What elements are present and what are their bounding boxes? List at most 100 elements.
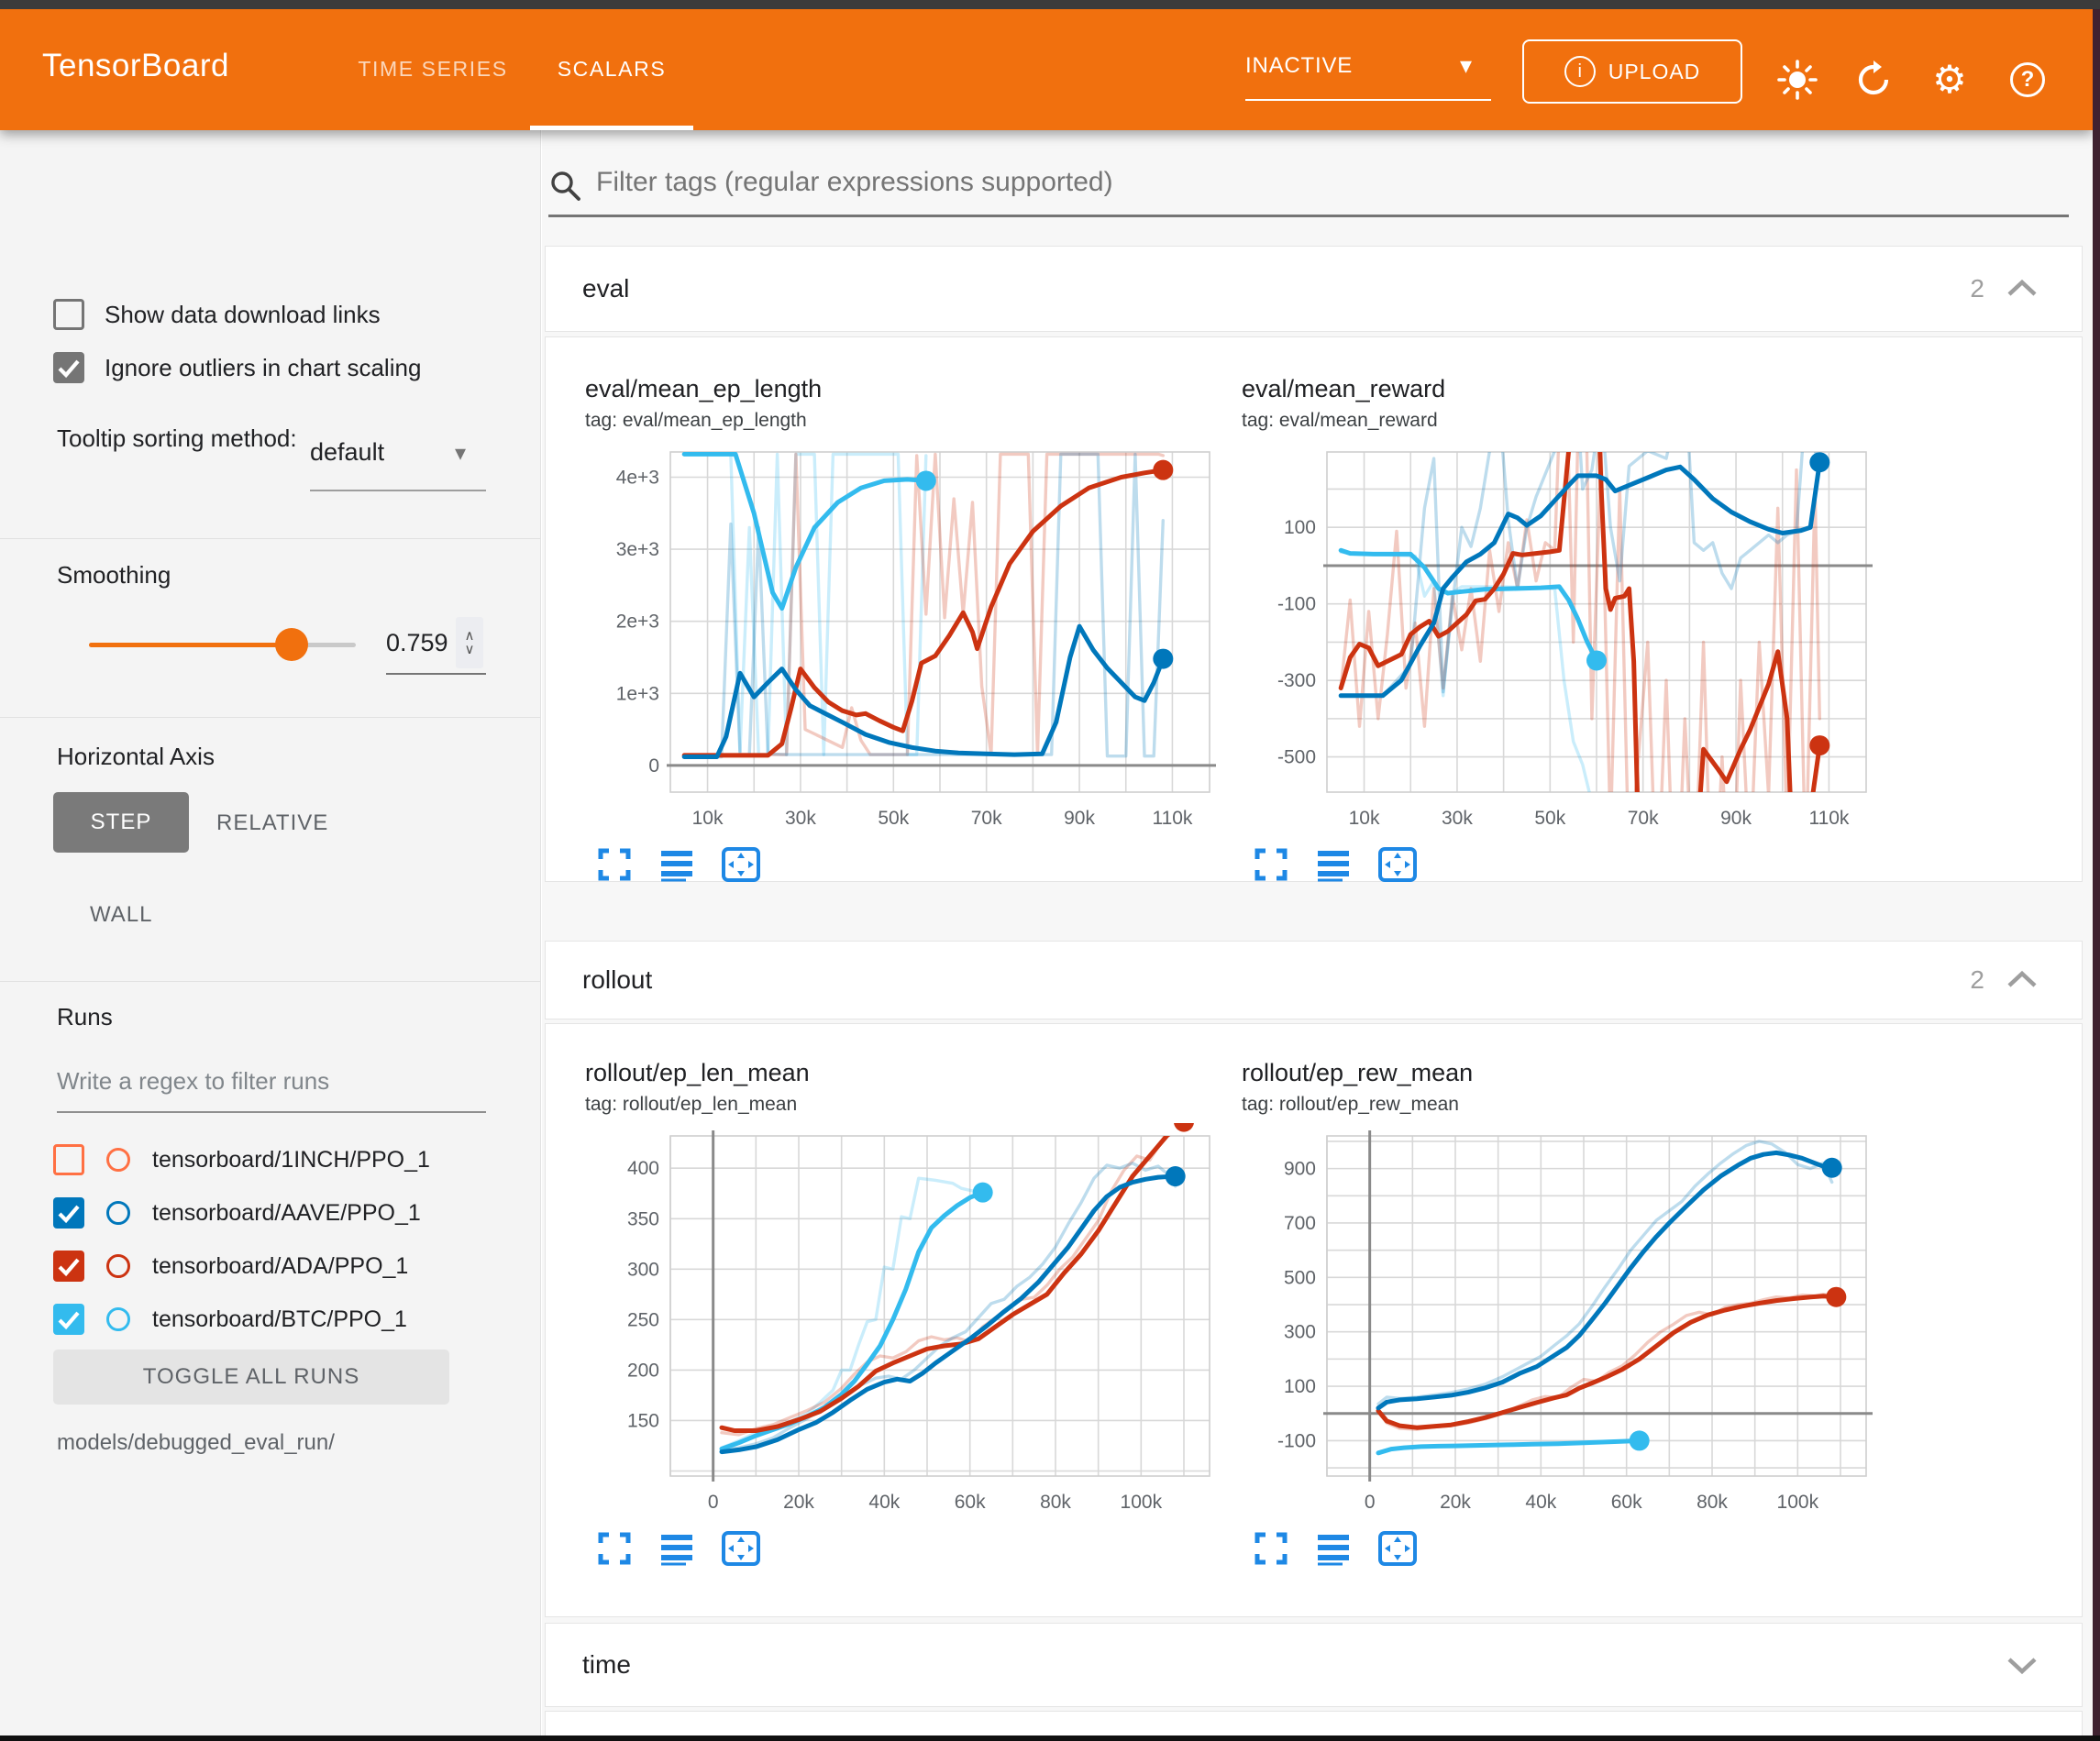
chevron-down-icon[interactable]: ▾ <box>1460 51 1472 80</box>
chart-title: eval/mean_ep_length <box>585 375 822 403</box>
upload-button[interactable]: i UPLOAD <box>1522 39 1742 104</box>
runs-list-icon[interactable] <box>658 1530 695 1567</box>
checkbox-checked-icon[interactable] <box>53 1251 84 1282</box>
fit-domain-icon[interactable] <box>1377 846 1418 883</box>
svg-text:30k: 30k <box>1442 808 1473 829</box>
runs-list-icon[interactable] <box>658 846 695 883</box>
slider-handle[interactable] <box>275 628 308 661</box>
svg-text:-500: -500 <box>1277 747 1316 768</box>
chart-toolbar <box>1253 1530 1418 1567</box>
svg-text:100k: 100k <box>1121 1492 1163 1513</box>
section-header-rollout[interactable]: rollout 2 <box>545 941 2083 1019</box>
help-icon[interactable]: ? <box>2006 59 2049 101</box>
run-color-ring-icon <box>106 1307 130 1331</box>
svg-text:60k: 60k <box>955 1492 986 1513</box>
tooltip-sorting-label: Tooltip sorting method: <box>57 422 304 455</box>
fullscreen-icon[interactable] <box>1253 846 1289 883</box>
line-chart[interactable]: 020k40k60k80k100k150200250300350400 <box>583 1123 1216 1540</box>
fullscreen-icon[interactable] <box>1253 1530 1289 1567</box>
chevron-down-icon[interactable] <box>2005 1653 2039 1677</box>
search-icon <box>548 169 583 204</box>
fullscreen-icon[interactable] <box>596 846 633 883</box>
active-tab-underline <box>530 126 693 130</box>
chart-tag: tag: rollout/ep_rew_mean <box>1242 1094 1459 1116</box>
axis-option-step[interactable]: STEP <box>53 792 189 853</box>
checkbox-checked-icon[interactable] <box>53 1197 84 1229</box>
smoothing-stepper[interactable]: ∧∨ <box>456 617 483 668</box>
chart-tag: tag: eval/mean_ep_length <box>585 410 807 432</box>
svg-text:80k: 80k <box>1040 1492 1071 1513</box>
run-row[interactable]: tensorboard/BTC/PPO_1 <box>53 1298 407 1340</box>
run-label: tensorboard/BTC/PPO_1 <box>152 1306 407 1333</box>
chevron-down-icon[interactable]: ▾ <box>455 440 466 467</box>
axis-option-relative[interactable]: RELATIVE <box>216 810 328 836</box>
line-chart[interactable]: 10k30k50k70k90k110k01e+32e+33e+34e+3 <box>583 439 1216 856</box>
run-color-ring-icon <box>106 1254 130 1278</box>
chevron-up-icon[interactable] <box>2005 277 2039 301</box>
svg-text:400: 400 <box>627 1158 659 1179</box>
section-header-time[interactable]: time <box>545 1623 2083 1707</box>
slider-fill <box>89 643 292 647</box>
section-header-eval[interactable]: eval 2 <box>545 246 2083 332</box>
run-row[interactable]: tensorboard/AAVE/PPO_1 <box>53 1192 421 1234</box>
checkbox-checked-icon[interactable] <box>53 1304 84 1335</box>
chart-toolbar <box>596 1530 761 1567</box>
svg-text:1e+3: 1e+3 <box>616 683 659 704</box>
svg-text:90k: 90k <box>1064 808 1095 829</box>
svg-text:30k: 30k <box>785 808 816 829</box>
chart-toolbar <box>596 846 761 883</box>
window-bottom-strip <box>0 1735 2100 1741</box>
runs-list-icon[interactable] <box>1315 1530 1352 1567</box>
tooltip-sorting-select[interactable]: default <box>310 438 384 467</box>
svg-text:350: 350 <box>627 1208 659 1229</box>
smoothing-value[interactable]: 0.759 <box>386 629 448 657</box>
chart-title: rollout/ep_len_mean <box>585 1059 810 1087</box>
chart-toolbar <box>1253 846 1418 883</box>
runs-footer-path: models/debugged_eval_run/ <box>57 1430 335 1456</box>
run-label: tensorboard/1INCH/PPO_1 <box>152 1147 430 1174</box>
line-chart[interactable]: 10k30k50k70k90k110k100-100-300-500 <box>1240 439 1873 856</box>
run-row[interactable]: tensorboard/ADA/PPO_1 <box>53 1245 408 1287</box>
ignore-outliers-row[interactable]: Ignore outliers in chart scaling <box>53 352 421 383</box>
fit-domain-icon[interactable] <box>721 846 761 883</box>
horizontal-axis-label: Horizontal Axis <box>57 743 215 771</box>
svg-text:-100: -100 <box>1277 594 1316 615</box>
run-row[interactable]: tensorboard/1INCH/PPO_1 <box>53 1139 430 1181</box>
svg-text:50k: 50k <box>878 808 909 829</box>
section-count: 2 <box>1970 274 1984 303</box>
section-header-next[interactable] <box>545 1711 2083 1738</box>
brightness-icon[interactable] <box>1776 59 1818 101</box>
svg-text:3e+3: 3e+3 <box>616 539 659 560</box>
svg-text:250: 250 <box>627 1309 659 1330</box>
line-chart[interactable]: 020k40k60k80k100k-100100300500700900 <box>1240 1123 1873 1540</box>
gear-icon[interactable]: ⚙ <box>1929 59 1971 101</box>
chevron-up-icon[interactable] <box>2005 968 2039 992</box>
chart-tag: tag: rollout/ep_len_mean <box>585 1094 797 1116</box>
tab-time-series[interactable]: TIME SERIES <box>341 57 525 82</box>
svg-text:300: 300 <box>1284 1322 1316 1343</box>
svg-text:70k: 70k <box>971 808 1002 829</box>
info-icon: i <box>1564 56 1596 87</box>
tab-scalars[interactable]: SCALARS <box>530 57 693 82</box>
window-top-strip <box>0 0 2100 9</box>
svg-text:700: 700 <box>1284 1213 1316 1234</box>
checkbox-unchecked-icon[interactable] <box>53 299 84 330</box>
svg-text:90k: 90k <box>1720 808 1752 829</box>
fit-domain-icon[interactable] <box>1377 1530 1418 1567</box>
chart-title: rollout/ep_rew_mean <box>1242 1059 1473 1087</box>
runs-filter-input[interactable]: Write a regex to filter runs <box>57 1067 329 1096</box>
checkbox-unchecked-icon[interactable] <box>53 1144 84 1175</box>
tag-filter-input[interactable] <box>596 167 2045 198</box>
show-download-links-row[interactable]: Show data download links <box>53 299 381 330</box>
toggle-all-runs-button[interactable]: TOGGLE ALL RUNS <box>53 1350 449 1405</box>
runs-filter-underline <box>57 1111 486 1113</box>
run-color-ring-icon <box>106 1148 130 1172</box>
fullscreen-icon[interactable] <box>596 1530 633 1567</box>
fit-domain-icon[interactable] <box>721 1530 761 1567</box>
status-dropdown[interactable]: INACTIVE <box>1245 53 1353 79</box>
refresh-icon[interactable] <box>1852 59 1895 101</box>
checkbox-checked-icon[interactable] <box>53 352 84 383</box>
runs-list-icon[interactable] <box>1315 846 1352 883</box>
status-dropdown-underline <box>1245 99 1491 101</box>
axis-option-wall[interactable]: WALL <box>90 902 152 928</box>
